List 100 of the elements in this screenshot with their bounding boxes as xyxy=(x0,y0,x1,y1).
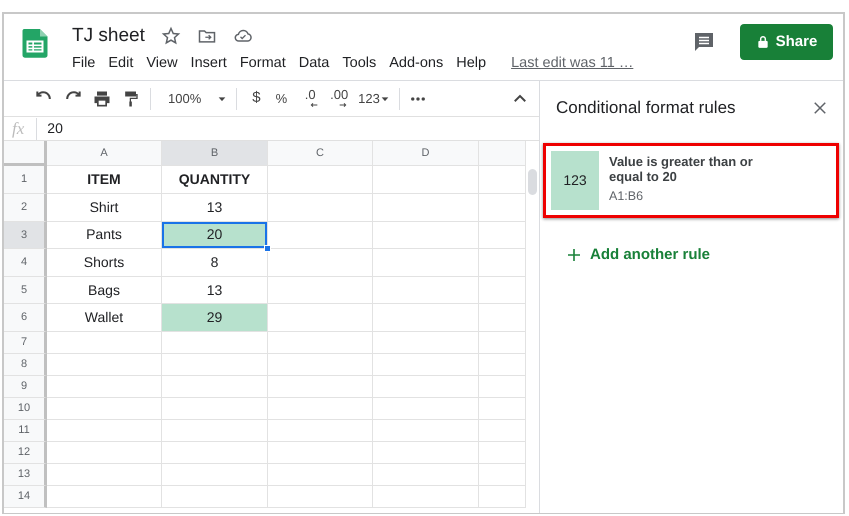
menu-item[interactable]: Help xyxy=(456,52,486,74)
column-header[interactable] xyxy=(479,141,526,166)
row-header[interactable]: 4 xyxy=(4,249,47,277)
share-button[interactable]: Share xyxy=(740,24,833,60)
empty-cell[interactable] xyxy=(373,442,479,464)
formula-value[interactable]: 20 xyxy=(47,118,63,139)
table-cell[interactable]: QUANTITY xyxy=(162,166,268,194)
empty-cell[interactable] xyxy=(268,194,373,222)
menu-item[interactable]: Insert xyxy=(190,52,227,74)
empty-cell[interactable] xyxy=(162,420,268,442)
empty-cell[interactable] xyxy=(479,420,526,442)
empty-cell[interactable] xyxy=(479,332,526,354)
row-header[interactable]: 7 xyxy=(4,332,47,354)
row-header[interactable]: 8 xyxy=(4,354,47,376)
empty-cell[interactable] xyxy=(162,376,268,398)
row-header[interactable]: 11 xyxy=(4,420,47,442)
table-cell[interactable]: Shorts xyxy=(47,249,162,277)
row-header[interactable]: 10 xyxy=(4,398,47,420)
empty-cell[interactable] xyxy=(268,249,373,277)
zoom-dropdown[interactable]: 100% xyxy=(168,88,228,108)
empty-cell[interactable] xyxy=(373,486,479,508)
empty-cell[interactable] xyxy=(479,166,526,194)
empty-cell[interactable] xyxy=(268,332,373,354)
menu-item[interactable]: Data xyxy=(298,52,330,74)
table-cell[interactable]: 20 xyxy=(162,222,268,250)
empty-cell[interactable] xyxy=(268,398,373,420)
empty-cell[interactable] xyxy=(268,442,373,464)
empty-cell[interactable] xyxy=(373,420,479,442)
empty-cell[interactable] xyxy=(162,442,268,464)
percent-format-button[interactable]: % xyxy=(276,88,288,108)
rule-card[interactable]: 123 Value is greater than or equal to 20 A1:B6 xyxy=(543,142,839,218)
print-icon[interactable] xyxy=(92,88,112,108)
empty-cell[interactable] xyxy=(373,249,479,277)
table-cell[interactable]: ITEM xyxy=(47,166,162,194)
row-header[interactable]: 1 xyxy=(4,166,47,194)
empty-cell[interactable] xyxy=(162,398,268,420)
row-header[interactable]: 3 xyxy=(4,222,47,250)
empty-cell[interactable] xyxy=(162,332,268,354)
empty-cell[interactable] xyxy=(268,376,373,398)
row-header[interactable]: 5 xyxy=(4,276,47,304)
column-header[interactable]: A xyxy=(47,141,162,166)
empty-cell[interactable] xyxy=(479,376,526,398)
empty-cell[interactable] xyxy=(268,354,373,376)
decrease-decimal-button[interactable]: .0 xyxy=(300,88,320,109)
star-icon[interactable] xyxy=(160,26,181,46)
last-edit-link[interactable]: Last edit was 11 … xyxy=(511,52,634,74)
empty-cell[interactable] xyxy=(268,166,373,194)
empty-cell[interactable] xyxy=(479,398,526,420)
empty-cell[interactable] xyxy=(373,166,479,194)
table-cell[interactable]: 8 xyxy=(162,249,268,277)
currency-format-button[interactable]: $ xyxy=(252,87,261,110)
empty-cell[interactable] xyxy=(268,464,373,486)
comment-icon[interactable] xyxy=(692,30,716,54)
empty-cell[interactable] xyxy=(479,354,526,376)
table-cell[interactable]: 29 xyxy=(162,304,268,332)
row-header[interactable]: 2 xyxy=(4,194,47,222)
number-format-dropdown[interactable]: 123 xyxy=(358,88,390,108)
empty-cell[interactable] xyxy=(162,464,268,486)
menu-item[interactable]: File xyxy=(72,52,96,74)
menu-item[interactable]: View xyxy=(146,52,178,74)
empty-cell[interactable] xyxy=(479,222,526,250)
empty-cell[interactable] xyxy=(373,376,479,398)
empty-cell[interactable] xyxy=(479,486,526,508)
column-header[interactable]: D xyxy=(373,141,479,166)
select-all-corner[interactable] xyxy=(4,141,47,166)
empty-cell[interactable] xyxy=(268,420,373,442)
empty-cell[interactable] xyxy=(373,332,479,354)
menu-item[interactable]: Add-ons xyxy=(389,52,444,74)
increase-decimal-button[interactable]: .00 xyxy=(329,88,350,109)
menu-item[interactable]: Format xyxy=(240,52,286,74)
column-header[interactable]: B xyxy=(162,141,268,166)
empty-cell[interactable] xyxy=(373,304,479,332)
row-header[interactable]: 9 xyxy=(4,376,47,398)
empty-cell[interactable] xyxy=(373,194,479,222)
empty-cell[interactable] xyxy=(479,276,526,304)
add-rule-button[interactable]: Add another rule xyxy=(566,244,710,266)
row-header[interactable]: 14 xyxy=(4,486,47,508)
empty-cell[interactable] xyxy=(479,304,526,332)
row-header[interactable]: 12 xyxy=(4,442,47,464)
row-header[interactable]: 6 xyxy=(4,304,47,332)
empty-cell[interactable] xyxy=(373,276,479,304)
empty-cell[interactable] xyxy=(162,354,268,376)
empty-cell[interactable] xyxy=(479,249,526,277)
column-header[interactable]: C xyxy=(268,141,373,166)
menu-item[interactable]: Edit xyxy=(108,52,134,74)
fill-handle-icon[interactable] xyxy=(264,245,271,252)
table-cell[interactable]: Shirt xyxy=(47,194,162,222)
document-title[interactable]: TJ sheet xyxy=(72,22,145,50)
menu-item[interactable]: Tools xyxy=(342,52,376,74)
scrollbar-thumb[interactable] xyxy=(528,169,537,195)
empty-cell[interactable] xyxy=(373,222,479,250)
empty-cell[interactable] xyxy=(373,354,479,376)
empty-cell[interactable] xyxy=(162,486,268,508)
table-cell[interactable]: Bags xyxy=(47,276,162,304)
empty-cell[interactable] xyxy=(268,486,373,508)
empty-cell[interactable] xyxy=(479,194,526,222)
row-header[interactable]: 13 xyxy=(4,464,47,486)
empty-cell[interactable] xyxy=(373,398,479,420)
empty-cell[interactable] xyxy=(479,464,526,486)
empty-cell[interactable] xyxy=(268,276,373,304)
